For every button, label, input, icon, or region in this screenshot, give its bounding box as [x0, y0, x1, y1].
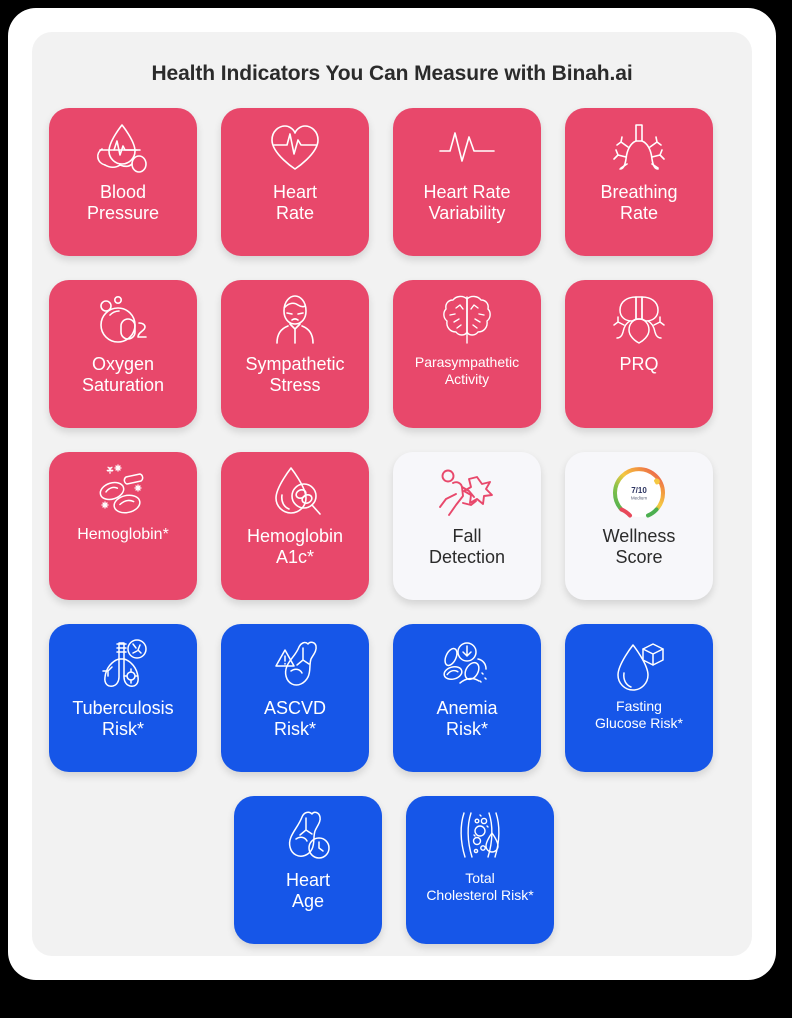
card-label: Blood Pressure — [49, 182, 197, 224]
card-label-line2: Risk* — [273, 718, 316, 739]
card-label: Sympathetic Stress — [221, 354, 369, 396]
card-label: Heart Age — [234, 870, 382, 912]
card-label: Heart Rate Variability — [393, 182, 541, 224]
card-label-line1: Anemia — [436, 698, 498, 718]
card-label-line2: Activity — [444, 370, 490, 387]
heart-pulse-icon — [221, 108, 369, 182]
oxygen-bubbles-icon — [49, 280, 197, 354]
waveform-icon — [393, 108, 541, 182]
card-label: ASCVD Risk* — [221, 698, 369, 740]
card-label-line2: Cholesterol Risk* — [426, 886, 534, 903]
artery-cholesterol-icon — [406, 796, 554, 870]
card-label-line2: Saturation — [81, 374, 165, 395]
card-breathing-rate[interactable]: Breathing Rate — [565, 108, 713, 256]
card-label-line1: Fall — [452, 526, 482, 546]
gauge-score-text: 7/10 — [631, 486, 647, 495]
card-label-line2: Variability — [428, 202, 506, 223]
card-hemoglobin[interactable]: Hemoglobin* — [49, 452, 197, 600]
stressed-person-icon — [221, 280, 369, 354]
card-label-line2: Age — [291, 890, 325, 911]
card-ascvd-risk[interactable]: ASCVD Risk* — [221, 624, 369, 772]
card-label: Heart Rate — [221, 182, 369, 224]
card-anemia-risk[interactable]: Anemia Risk* — [393, 624, 541, 772]
card-label: Parasympathetic Activity — [393, 354, 541, 388]
heart-warning-icon — [221, 624, 369, 698]
lungs-heart-icon — [565, 280, 713, 354]
outer-frame: Health Indicators You Can Measure with B… — [8, 8, 776, 980]
card-label-line2: Rate — [619, 202, 659, 223]
card-label-line1: Heart Rate — [423, 182, 511, 202]
card-label: Breathing Rate — [565, 182, 713, 224]
card-label: Fall Detection — [393, 526, 541, 568]
indicator-row: Heart Age Total Cholesterol Risk* — [49, 796, 739, 944]
card-label-line2: Stress — [269, 374, 321, 395]
card-label-line2: Risk* — [101, 718, 144, 739]
card-heart-rate[interactable]: Heart Rate — [221, 108, 369, 256]
card-fall-detection[interactable]: Fall Detection — [393, 452, 541, 600]
card-label-line2: Score — [615, 546, 663, 567]
card-label-line2: Rate — [275, 202, 315, 223]
indicator-grid: Blood Pressure Heart Rate Heart Rate Var… — [49, 108, 739, 956]
gauge-level-text: Medium — [631, 496, 648, 501]
blood-cells-icon — [49, 452, 197, 526]
blood-drop-magnifier-icon — [221, 452, 369, 526]
card-label-line1: Tuberculosis — [72, 698, 174, 718]
card-heart-rate-variability[interactable]: Heart Rate Variability — [393, 108, 541, 256]
card-label: Hemoglobin* — [49, 526, 197, 545]
card-label-line2: Risk* — [445, 718, 488, 739]
card-label-line1: PRQ — [619, 354, 659, 374]
card-prq[interactable]: PRQ — [565, 280, 713, 428]
card-label-line2: Pressure — [86, 202, 160, 223]
card-label-line2: A1c* — [275, 546, 315, 567]
card-fasting-glucose-risk[interactable]: Fasting Glucose Risk* — [565, 624, 713, 772]
indicator-row: Hemoglobin* Hemoglobin A1c* Fall Detecti… — [49, 452, 739, 600]
heart-clock-icon — [234, 796, 382, 870]
lungs-bacteria-icon — [49, 624, 197, 698]
card-tuberculosis-risk[interactable]: Tuberculosis Risk* — [49, 624, 197, 772]
card-heart-age[interactable]: Heart Age — [234, 796, 382, 944]
card-label: PRQ — [565, 354, 713, 375]
card-label: Wellness Score — [565, 526, 713, 568]
page-title: Health Indicators You Can Measure with B… — [151, 62, 633, 85]
card-wellness-score[interactable]: 7/10 Medium Wellness Score — [565, 452, 713, 600]
falling-person-icon — [393, 452, 541, 526]
anemia-cells-icon — [393, 624, 541, 698]
card-label: Fasting Glucose Risk* — [565, 698, 713, 732]
card-label-line1: Heart — [272, 182, 317, 202]
card-label-line1: Breathing — [600, 182, 678, 202]
card-label-line1: Hemoglobin* — [77, 526, 169, 543]
brain-icon — [393, 280, 541, 354]
indicator-row: Oxygen Saturation Sympathetic Stress Par… — [49, 280, 739, 428]
card-hemoglobin-a1c[interactable]: Hemoglobin A1c* — [221, 452, 369, 600]
card-label: Hemoglobin A1c* — [221, 526, 369, 568]
card-label-line1: Sympathetic — [245, 354, 345, 374]
card-blood-pressure[interactable]: Blood Pressure — [49, 108, 197, 256]
card-total-cholesterol-risk[interactable]: Total Cholesterol Risk* — [406, 796, 554, 944]
blood-pressure-icon — [49, 108, 197, 182]
card-oxygen-saturation[interactable]: Oxygen Saturation — [49, 280, 197, 428]
card-label: Total Cholesterol Risk* — [406, 870, 554, 904]
card-sympathetic-stress[interactable]: Sympathetic Stress — [221, 280, 369, 428]
card-label-line1: Hemoglobin — [246, 526, 344, 546]
card-label: Tuberculosis Risk* — [49, 698, 197, 740]
indicator-row: Tuberculosis Risk* ASCVD Risk* Anemia Ri… — [49, 624, 739, 772]
card-label-line2: Detection — [428, 546, 506, 567]
bronchi-icon — [565, 108, 713, 182]
card-label-line1: Wellness — [602, 526, 676, 546]
card-label-line1: Fasting — [616, 698, 662, 714]
indicator-row: Blood Pressure Heart Rate Heart Rate Var… — [49, 108, 739, 256]
card-label-line1: ASCVD — [263, 698, 326, 718]
card-label: Anemia Risk* — [393, 698, 541, 740]
card-label: Oxygen Saturation — [49, 354, 197, 396]
card-label-line1: Total — [465, 870, 495, 886]
card-parasympathetic-activity[interactable]: Parasympathetic Activity — [393, 280, 541, 428]
card-label-line1: Parasympathetic — [414, 354, 520, 370]
indicators-panel: Health Indicators You Can Measure with B… — [32, 32, 752, 956]
card-label-line2: Glucose Risk* — [595, 714, 683, 731]
card-label-line1: Oxygen — [91, 354, 155, 374]
glucose-drop-icon — [565, 624, 713, 698]
wellness-gauge-icon: 7/10 Medium — [565, 452, 713, 526]
card-label-line1: Heart — [285, 870, 330, 890]
card-label-line1: Blood — [99, 182, 147, 202]
